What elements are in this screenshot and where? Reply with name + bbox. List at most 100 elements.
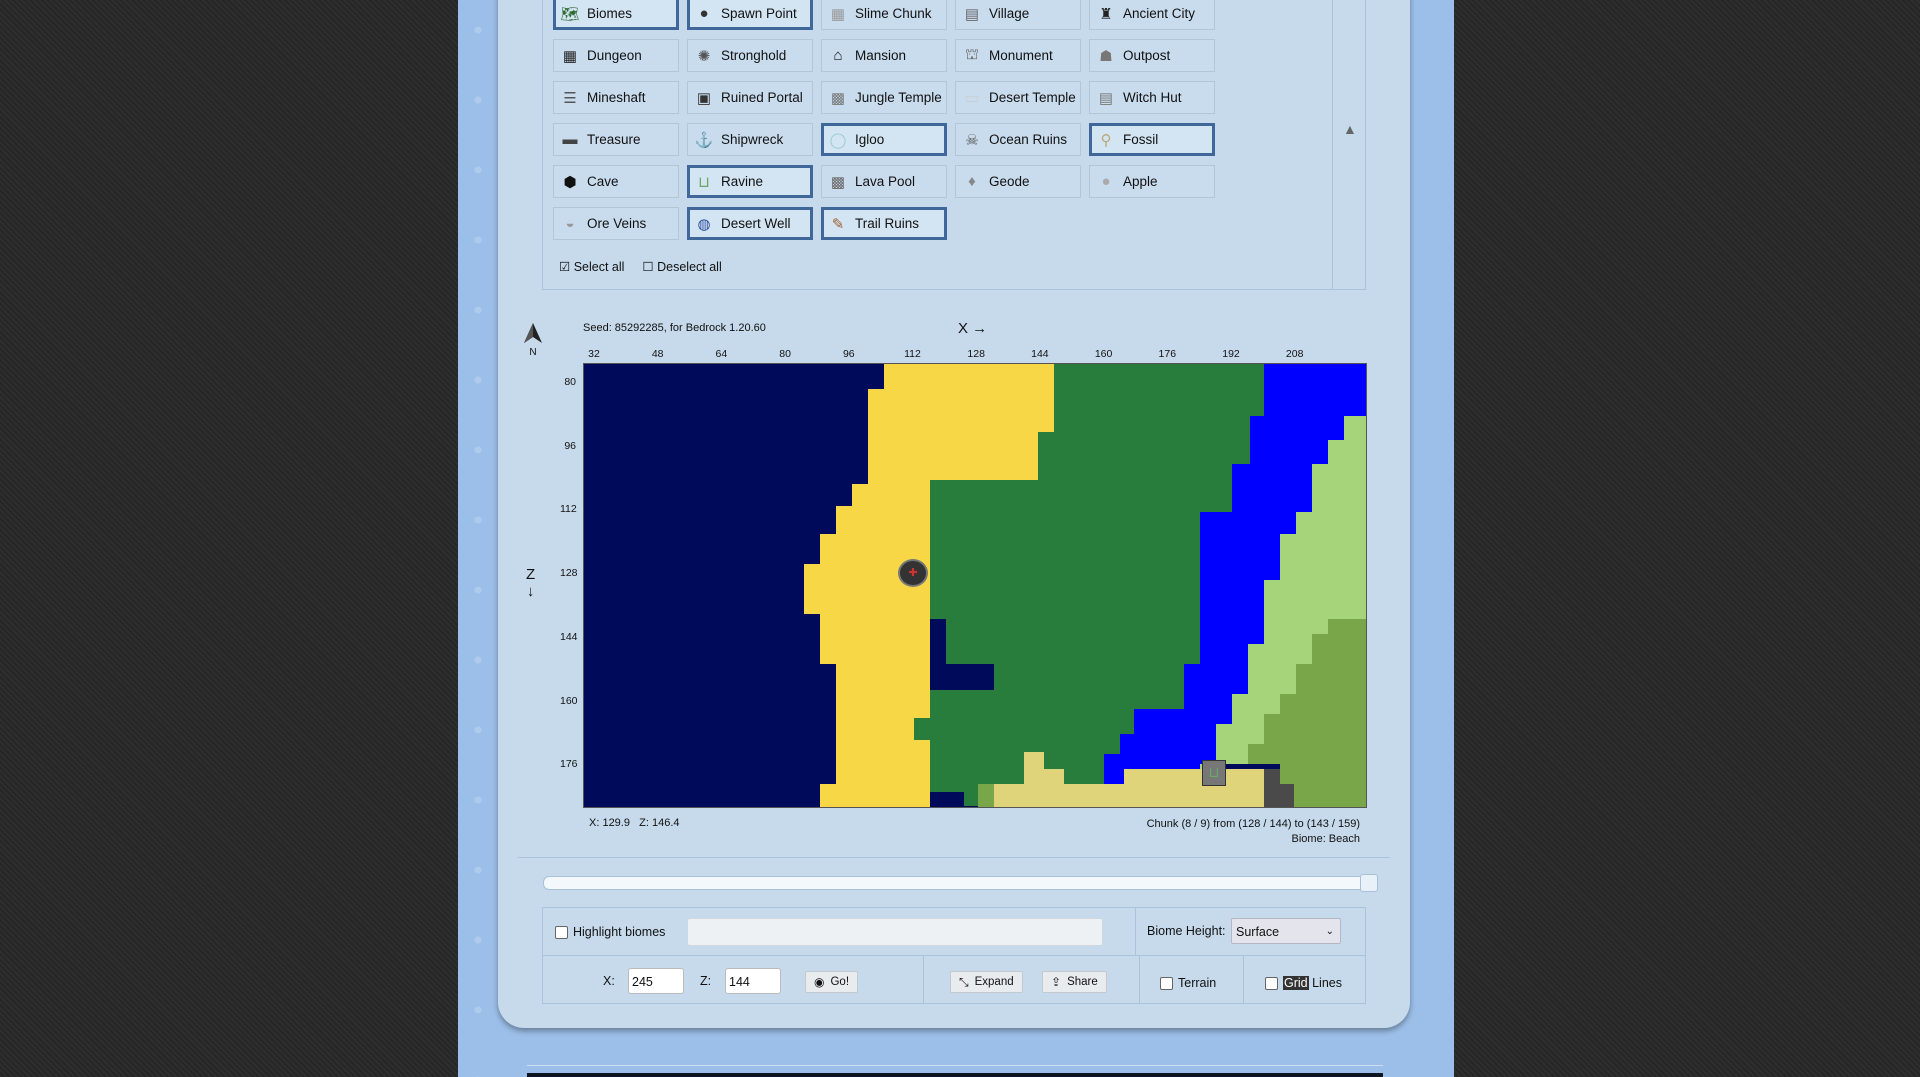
ocean-ruins-icon: ☠: [965, 131, 979, 149]
filter-label: Apple: [1123, 174, 1158, 189]
mineshaft-icon: ☰: [563, 89, 577, 107]
filter-label: Spawn Point: [721, 6, 797, 21]
filter-button-fossil[interactable]: ⚲ Fossil: [1089, 123, 1215, 156]
highlight-biomes-label: Highlight biomes: [573, 925, 666, 939]
biome-map[interactable]: ✚ ⊔: [583, 363, 1367, 808]
x-label: X:: [603, 974, 615, 988]
filter-button-ocean-ruins[interactable]: ☠ Ocean Ruins: [955, 123, 1081, 156]
filter-button-cave[interactable]: ⬢ Cave: [553, 165, 679, 198]
footer-bar: [527, 1073, 1383, 1077]
filter-button-ore-veins[interactable]: ◒ Ore Veins: [553, 207, 679, 240]
slime-chunk-icon: ▦: [830, 5, 846, 23]
filter-button-apple[interactable]: ● Apple: [1089, 165, 1215, 198]
filter-button-igloo[interactable]: ◯ Igloo: [821, 123, 947, 156]
filter-button-lava-pool[interactable]: ▩ Lava Pool: [821, 165, 947, 198]
filter-button-slime-chunk[interactable]: ▦ Slime Chunk: [821, 0, 947, 30]
terrain-checkbox[interactable]: Terrain: [1160, 976, 1216, 991]
z-coordinate-input[interactable]: 144: [725, 968, 781, 994]
filter-button-village[interactable]: ▤ Village: [955, 0, 1081, 30]
biomes-icon: 🗺: [560, 5, 580, 23]
filter-button-shipwreck[interactable]: ⚓ Shipwreck: [687, 123, 813, 156]
stronghold-icon: ✺: [697, 47, 711, 65]
filter-button-ancient-city[interactable]: ♜ Ancient City: [1089, 0, 1215, 30]
filter-button-monument[interactable]: ⛫ Monument: [955, 39, 1081, 72]
go-button[interactable]: ◉ Go!: [805, 971, 859, 993]
biome-height-value: Surface: [1236, 925, 1280, 939]
filter-button-geode[interactable]: ♦ Geode: [955, 165, 1081, 198]
filter-button-trail-ruins[interactable]: ✎ Trail Ruins: [821, 207, 947, 240]
filter-button-jungle-temple[interactable]: ▩ Jungle Temple: [821, 81, 947, 114]
filter-label: Lava Pool: [855, 174, 916, 189]
anchor-icon: ⚓: [694, 131, 714, 149]
filter-button-spawn-point[interactable]: ● Spawn Point: [687, 0, 813, 30]
deselect-all-checkbox[interactable]: ☐ Deselect all: [642, 259, 721, 274]
filter-button-treasure[interactable]: ▬ Treasure: [553, 123, 679, 156]
highlight-biomes-input[interactable]: [687, 918, 1103, 946]
chunk-range: Chunk (8 / 9) from (128 / 144) to (143 /…: [1146, 818, 1360, 830]
filter-label: Slime Chunk: [855, 6, 932, 21]
filter-button-biomes[interactable]: 🗺 Biomes: [553, 0, 679, 30]
filter-button-mineshaft[interactable]: ☰ Mineshaft: [553, 81, 679, 114]
monument-icon: ⛫: [965, 46, 979, 63]
separator: [923, 955, 924, 1003]
desert-well-icon: ◍: [697, 215, 711, 233]
filter-label: Outpost: [1123, 48, 1171, 63]
filter-label: Jungle Temple: [855, 90, 942, 105]
expand-button[interactable]: ⤡ Expand: [950, 971, 1023, 993]
filter-label: Ruined Portal: [721, 90, 803, 105]
grid-lines-checkbox[interactable]: Grid Lines: [1265, 976, 1342, 991]
separator: [1243, 955, 1244, 1003]
x-tick: 160: [1094, 348, 1113, 360]
chevron-down-icon: ⌄: [1325, 926, 1334, 937]
village-icon: ▤: [964, 5, 980, 23]
filter-label: Village: [989, 6, 1030, 21]
biome-height-select[interactable]: Surface ⌄: [1231, 918, 1341, 944]
seed-label: Seed: 85292285, for Bedrock 1.20.60: [583, 322, 766, 334]
x-tick: 112: [904, 348, 921, 360]
igloo-icon: ◯: [829, 131, 847, 149]
filter-button-ravine[interactable]: ⊔ Ravine: [687, 165, 813, 198]
spawn-point-marker-icon[interactable]: ✚: [898, 559, 928, 587]
x-axis-label: X →: [958, 320, 988, 337]
ancient-city-icon: ♜: [1099, 5, 1113, 23]
filter-button-ruined-portal[interactable]: ▣ Ruined Portal: [687, 81, 813, 114]
filter-button-dungeon[interactable]: ▦ Dungeon: [553, 39, 679, 72]
x-tick: 32: [588, 348, 600, 360]
filter-label: Geode: [989, 174, 1030, 189]
ruined-portal-icon: ▣: [696, 89, 712, 107]
share-icon: ⇪: [1051, 975, 1062, 989]
highlight-biomes-checkbox[interactable]: Highlight biomes: [555, 925, 666, 940]
share-button[interactable]: ⇪ Share: [1042, 971, 1107, 993]
filter-button-stronghold[interactable]: ✺ Stronghold: [687, 39, 813, 72]
filter-label: Ore Veins: [587, 216, 647, 231]
filter-label: Trail Ruins: [855, 216, 920, 231]
filter-button-desert-temple[interactable]: ▭ Desert Temple: [955, 81, 1081, 114]
filter-scrollbar[interactable]: ▲: [1332, 0, 1365, 289]
filter-label: Stronghold: [721, 48, 787, 63]
ender-pearl-icon: ◉: [814, 975, 825, 989]
filter-label: Shipwreck: [721, 132, 784, 147]
geode-icon: ♦: [968, 173, 976, 190]
z-tick: 160: [560, 694, 578, 707]
cursor-x: X: 129.9: [589, 817, 630, 829]
x-tick: 192: [1222, 348, 1240, 360]
filter-button-mansion[interactable]: ⌂ Mansion: [821, 39, 947, 72]
filter-button-outpost[interactable]: ☗ Outpost: [1089, 39, 1215, 72]
z-tick: 144: [560, 630, 578, 643]
cursor-z: Z: 146.4: [639, 817, 680, 829]
x-tick: 80: [779, 348, 791, 360]
witch-hut-icon: ▤: [1098, 89, 1114, 107]
zoom-slider[interactable]: [543, 874, 1378, 892]
filter-button-witch-hut[interactable]: ▤ Witch Hut: [1089, 81, 1215, 114]
spawn-point-icon: ●: [699, 5, 709, 22]
x-coordinate-input[interactable]: 245: [628, 968, 684, 994]
filter-button-desert-well[interactable]: ◍ Desert Well: [687, 207, 813, 240]
x-tick: 64: [715, 348, 728, 360]
ravine-marker-icon[interactable]: ⊔: [1202, 760, 1226, 786]
select-all-checkbox[interactable]: ☑ Select all: [559, 259, 624, 274]
jungle-temple-icon: ▩: [830, 89, 846, 107]
zoom-slider-thumb[interactable]: [1360, 874, 1378, 892]
x-tick: 144: [1031, 348, 1049, 360]
scroll-up-arrow-icon[interactable]: ▲: [1343, 121, 1357, 137]
filter-label: Igloo: [855, 132, 885, 147]
